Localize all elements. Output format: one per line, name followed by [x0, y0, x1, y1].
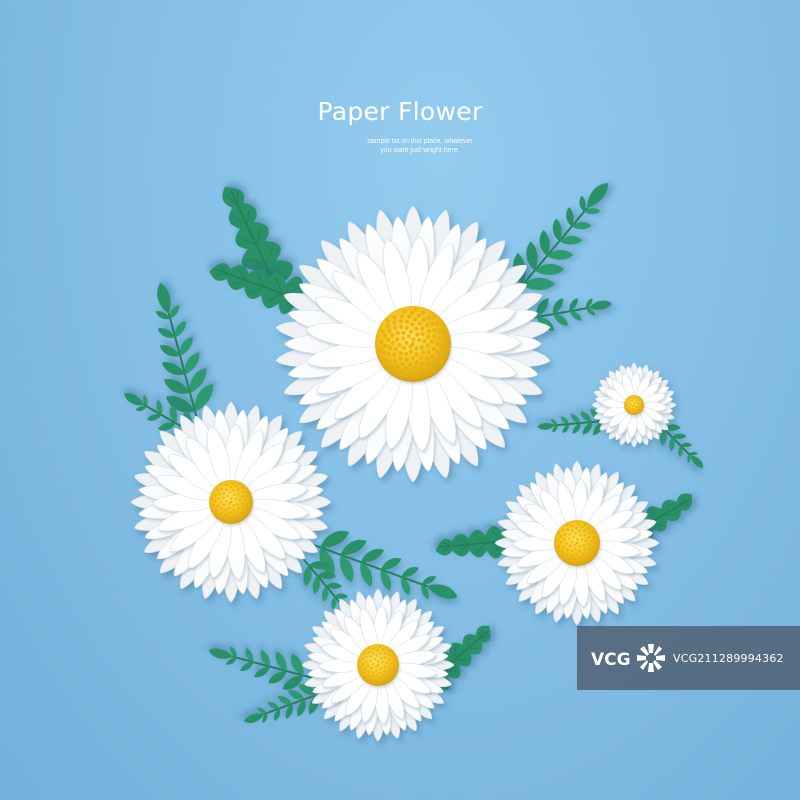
poster-canvas: Paper Flower sample txt on this place, w…	[0, 0, 800, 800]
daisy-bottom	[301, 588, 455, 742]
poster-title: Paper Flower	[317, 97, 483, 126]
daisy-right	[494, 460, 660, 626]
poster-subtitle: sample txt on this place, whatever you w…	[300, 137, 540, 155]
daisy-large-top	[275, 205, 551, 483]
subtitle-line-2: you want just wright here.	[380, 147, 460, 154]
vcg-logo-icon: VCG	[591, 644, 665, 672]
subtitle-line-1: sample txt on this place, whatever	[367, 138, 473, 145]
daisy-large-left	[130, 401, 332, 603]
stock-watermark: VCG VCG211289994362	[577, 626, 800, 690]
watermark-id: VCG211289994362	[673, 652, 784, 665]
vcg-logo-text: VCG	[591, 650, 631, 670]
